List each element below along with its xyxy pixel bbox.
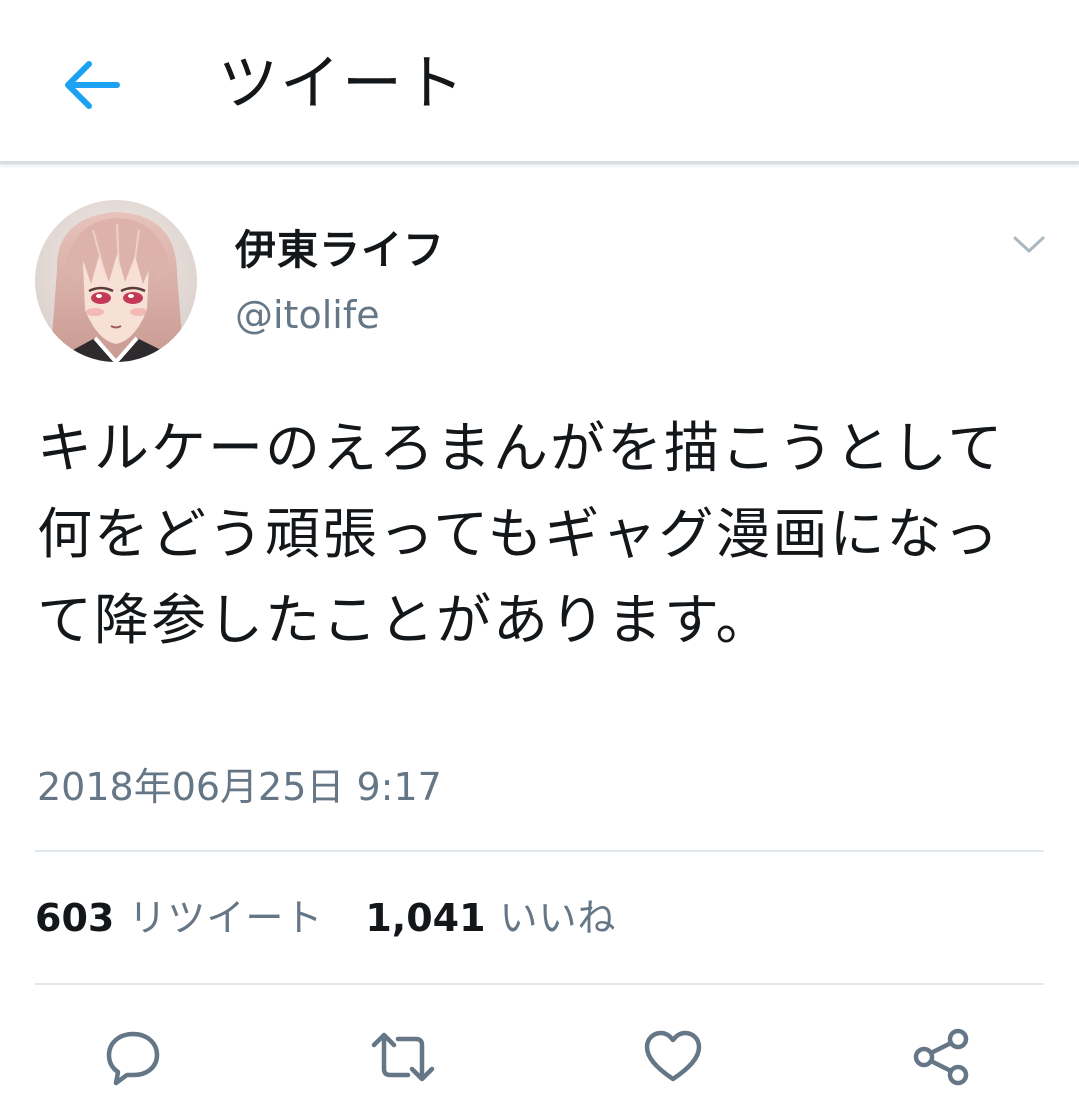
display-name[interactable]: 伊東ライフ [235, 222, 445, 278]
retweet-icon [371, 1032, 435, 1082]
reply-button[interactable] [98, 1022, 168, 1092]
like-label: いいね [499, 896, 617, 940]
retweet-button[interactable] [368, 1022, 438, 1092]
share-button[interactable] [907, 1022, 977, 1092]
retweet-label: リツイート [128, 896, 324, 940]
tweet-detail-screen: ツイート 伊東ライフ @itolife キルケーのえろまんがを描こうとして何をど… [0, 0, 1079, 1112]
divider [35, 850, 1044, 852]
engagement-stats: 603 リツイート 1,041 いいね [35, 890, 617, 946]
more-options-button[interactable] [1006, 222, 1052, 268]
top-app-bar: ツイート [0, 0, 1079, 164]
page-title: ツイート [218, 49, 466, 119]
user-handle[interactable]: @itolife [235, 290, 380, 340]
like-stat[interactable]: 1,041 いいね [365, 890, 616, 946]
retweet-stat[interactable]: 603 リツイート [35, 890, 323, 946]
retweet-count: 603 [35, 896, 115, 940]
tweet-timestamp: 2018年06月25日 9:17 [37, 765, 442, 809]
user-avatar-image [35, 200, 197, 362]
like-button[interactable] [638, 1022, 708, 1092]
avatar[interactable] [35, 200, 197, 362]
like-count: 1,041 [365, 896, 486, 940]
arrow-left-icon [65, 61, 120, 109]
tweet-text: キルケーのえろまんがを描こうとして何をどう頑張ってもギャグ漫画になって降参したこ… [37, 416, 1005, 652]
share-icon [913, 1028, 969, 1086]
like-icon [644, 1030, 702, 1082]
chevron-down-icon [1013, 236, 1045, 253]
reply-icon [106, 1031, 160, 1086]
back-button[interactable] [52, 46, 130, 124]
divider [35, 983, 1044, 985]
